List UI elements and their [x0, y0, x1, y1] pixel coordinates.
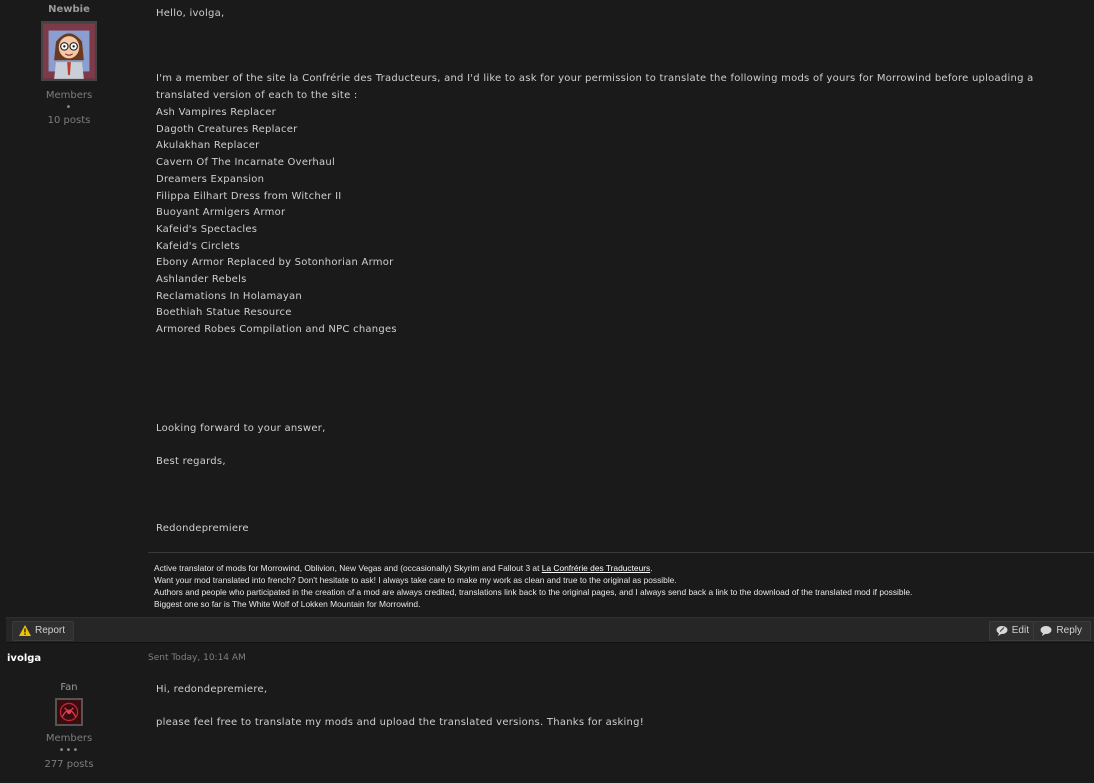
speech-bubble-icon — [1040, 625, 1052, 636]
message-post: ivolga Sent Today, 10:14 AM Fan Members … — [0, 645, 1094, 783]
mod-list-item: Armored Robes Compilation and NPC change… — [156, 324, 397, 336]
mod-list-item: Ash Vampires Replacer — [156, 107, 276, 118]
edit-label: Edit — [1011, 625, 1029, 636]
member-group: Members — [45, 90, 93, 101]
sent-timestamp: Sent Today, 10:14 AM — [148, 653, 246, 663]
mod-list-item: Dagoth Creatures Replacer — [156, 123, 298, 135]
signature-text: Active translator of mods for Morrowind,… — [154, 563, 542, 573]
reply-button[interactable]: Reply — [1033, 621, 1091, 641]
edit-icon — [996, 625, 1008, 636]
mod-list-item: Reclamations In Holamayan — [156, 290, 302, 302]
mod-list-item: Akulakhan Replacer — [156, 140, 260, 152]
message-text: please feel free to translate my mods an… — [156, 717, 644, 728]
report-label: Report — [35, 625, 66, 636]
member-group: Members — [45, 733, 93, 744]
reputation-pips: • — [65, 102, 73, 113]
mod-list-item: Kafeid's Spectacles — [156, 223, 258, 235]
mod-list-item: Ashlander Rebels — [156, 274, 247, 286]
closing-text: Looking forward to your answer, — [156, 423, 326, 434]
signoff-text: Redondepremiere — [156, 523, 249, 534]
mod-list-item: Dreamers Expansion — [156, 173, 265, 185]
mod-list-item: Ebony Armor Replaced by Sotonhorian Armo… — [156, 257, 394, 269]
mod-list-item: Cavern Of The Incarnate Overhaul — [156, 157, 336, 169]
report-button[interactable]: Report — [12, 621, 75, 641]
signature-link[interactable]: La Confrérie des Traducteurs — [542, 563, 650, 573]
greeting-text: Hello, ivolga, — [156, 8, 225, 19]
mod-list-item: Filippa Eilhart Dress from Witcher II — [156, 190, 342, 202]
author-info: Fan Members ••• 277 posts — [0, 682, 138, 770]
post-signature: Active translator of mods for Morrowind,… — [148, 552, 1094, 610]
signature-line: Want your mod translated into french? Do… — [154, 575, 677, 585]
intro-paragraph: I'm a member of the site la Confrérie de… — [156, 73, 1034, 101]
regards-text: Best regards, — [156, 456, 226, 467]
edit-button[interactable]: Edit — [988, 621, 1038, 641]
reply-label: Reply — [1056, 625, 1082, 636]
message-post: Newbie Members • 10 posts Hello, ivolga,… — [0, 0, 1094, 644]
member-rank: Newbie — [48, 4, 90, 15]
mod-list-item: Kafeid's Circlets — [156, 240, 240, 252]
post-toolbar: Report Edit Reply — [6, 617, 1094, 643]
mod-list-item: Buoyant Armigers Armor — [156, 207, 286, 219]
signature-line: Authors and people who participated in t… — [154, 587, 913, 597]
signature-line: Biggest one so far is The White Wolf of … — [154, 599, 421, 609]
signature-line: Active translator of mods for Morrowind,… — [154, 562, 1094, 574]
post-count[interactable]: 10 posts — [0, 115, 138, 126]
signature-text: . — [650, 563, 653, 573]
member-rank: Fan — [60, 682, 78, 693]
reputation-pips: ••• — [58, 745, 80, 756]
warning-icon — [19, 624, 31, 636]
mod-list-item: Boethiah Statue Resource — [156, 307, 292, 319]
author-username[interactable]: ivolga — [7, 653, 41, 664]
greeting-text: Hi, redondepremiere, — [156, 684, 268, 695]
post-count[interactable]: 277 posts — [0, 759, 138, 770]
author-info: Newbie Members • 10 posts — [0, 0, 138, 126]
mod-list: Ash Vampires Replacer Dagoth Creatures Re… — [156, 105, 397, 339]
user-avatar[interactable] — [55, 698, 83, 726]
user-avatar[interactable] — [41, 21, 97, 81]
